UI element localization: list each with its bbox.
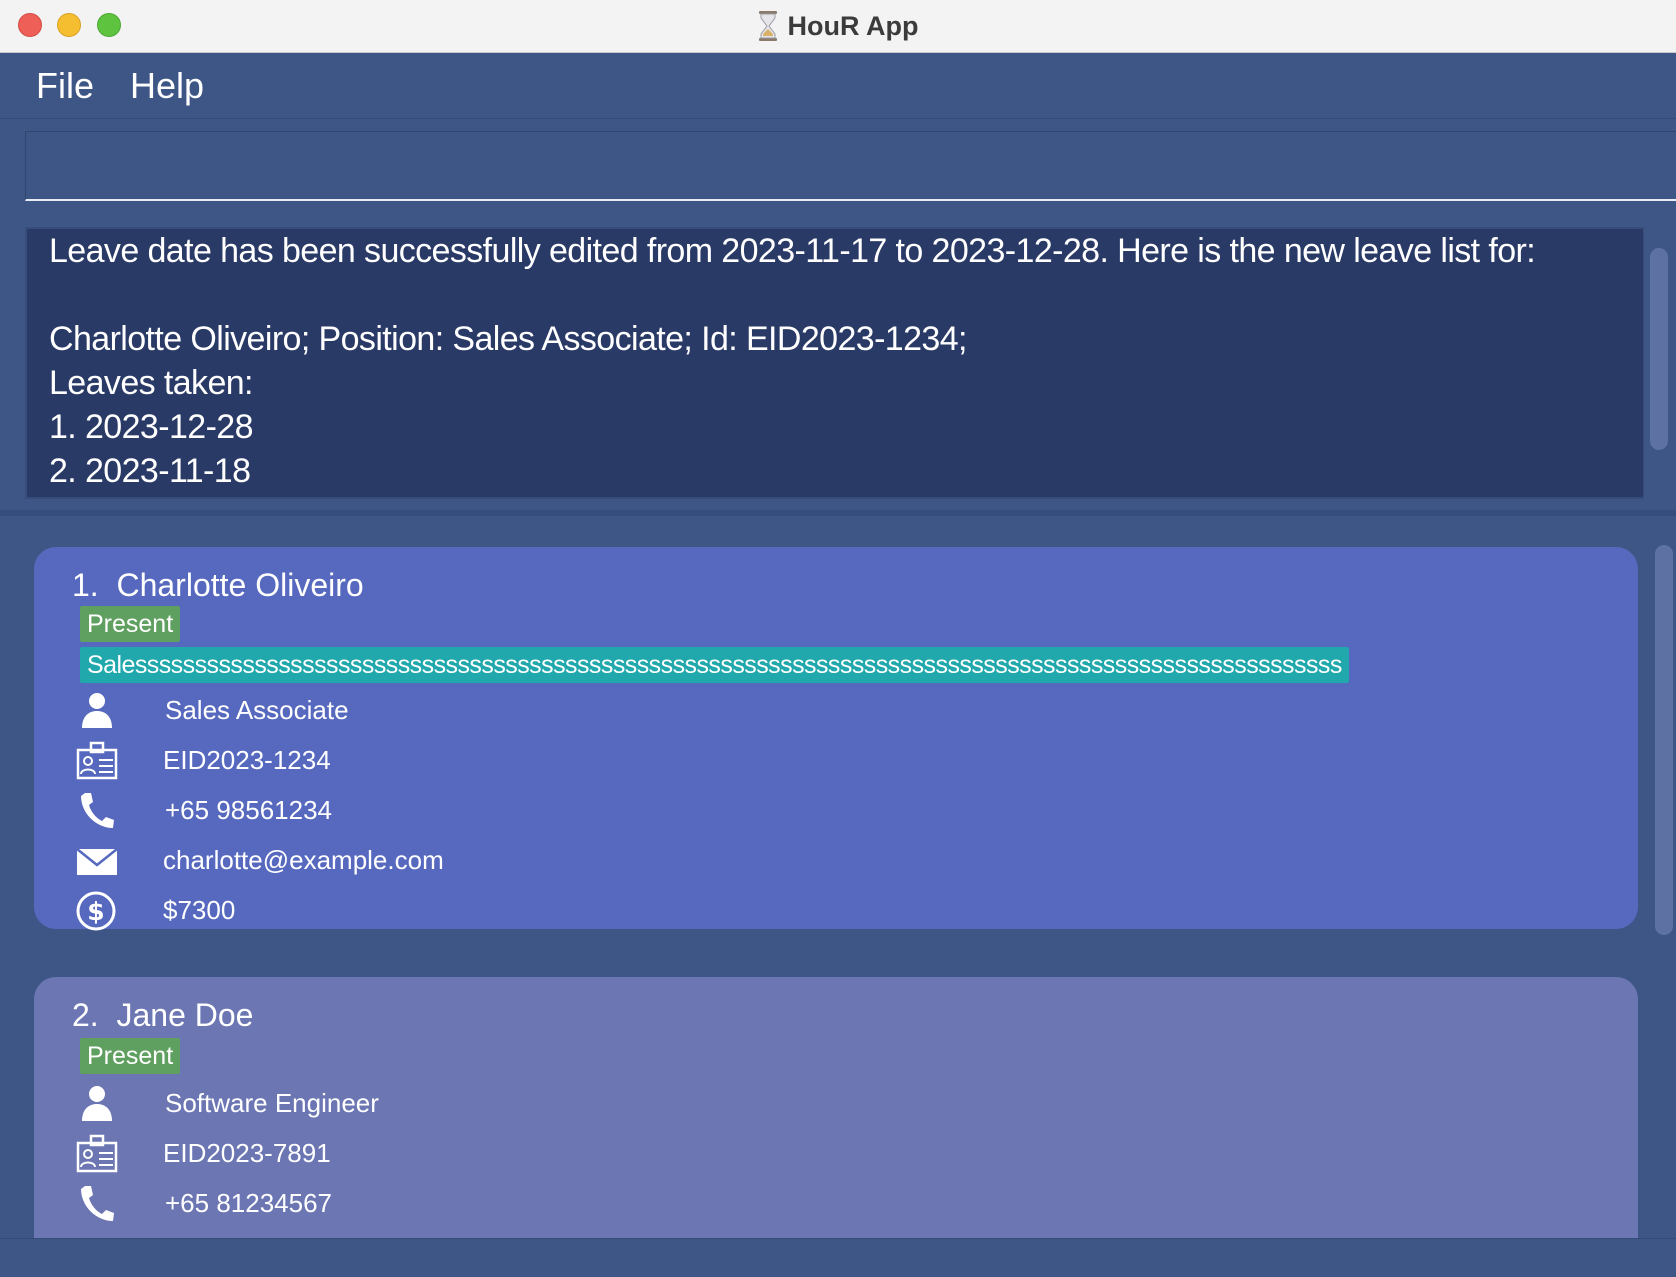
phone-value: +65 81234567 (165, 1188, 333, 1218)
phone-icon (81, 793, 114, 828)
person-icon (82, 693, 112, 728)
person-icon (82, 1086, 112, 1121)
dollar-coin-icon: $ (76, 891, 116, 931)
phone-value: +65 98561234 (165, 795, 333, 825)
envelope-icon (76, 848, 118, 875)
employee-name: 2. Jane Doe (72, 997, 254, 1033)
status-bar (0, 1238, 1676, 1277)
app-title: HouR App (787, 11, 919, 41)
employee-card[interactable]: 1. Charlotte Oliveiro Present Salessssss… (34, 547, 1638, 931)
menu-help[interactable]: Help (130, 65, 204, 107)
id-card-icon (76, 1134, 118, 1173)
command-input[interactable] (25, 131, 1676, 201)
position-value: Sales Associate (165, 695, 349, 725)
position-value: Software Engineer (165, 1088, 379, 1118)
result-scrollbar-thumb[interactable] (1650, 248, 1668, 450)
window-title: HouR App (0, 0, 1676, 53)
email-value: charlotte@example.com (163, 845, 444, 875)
result-message: Leave date has been successfully edited … (49, 232, 1536, 490)
employee-list[interactable]: 1. Charlotte Oliveiro Present Salessssss… (0, 516, 1676, 1238)
id-value: EID2023-1234 (163, 745, 331, 775)
status-badge: Present (80, 606, 181, 642)
phone-icon (81, 1186, 114, 1221)
list-scrollbar-thumb[interactable] (1655, 545, 1673, 935)
id-card-icon (76, 741, 118, 780)
salary-value: $7300 (163, 895, 236, 925)
employee-name: 1. Charlotte Oliveiro (72, 567, 364, 603)
result-display[interactable]: Leave date has been successfully edited … (25, 227, 1645, 499)
svg-text:$: $ (87, 897, 104, 926)
department-badge: Salessssssssssssssssssssssssssssssssssss… (80, 647, 1349, 683)
menu-file[interactable]: File (36, 65, 94, 107)
title-bar: HouR App (0, 0, 1676, 53)
menu-bar: File Help (0, 53, 1676, 119)
id-value: EID2023-7891 (163, 1138, 331, 1168)
status-badge: Present (80, 1038, 181, 1074)
hourglass-icon (758, 11, 777, 41)
employee-card[interactable]: 2. Jane Doe Present Software Engineer EI… (34, 977, 1638, 1238)
